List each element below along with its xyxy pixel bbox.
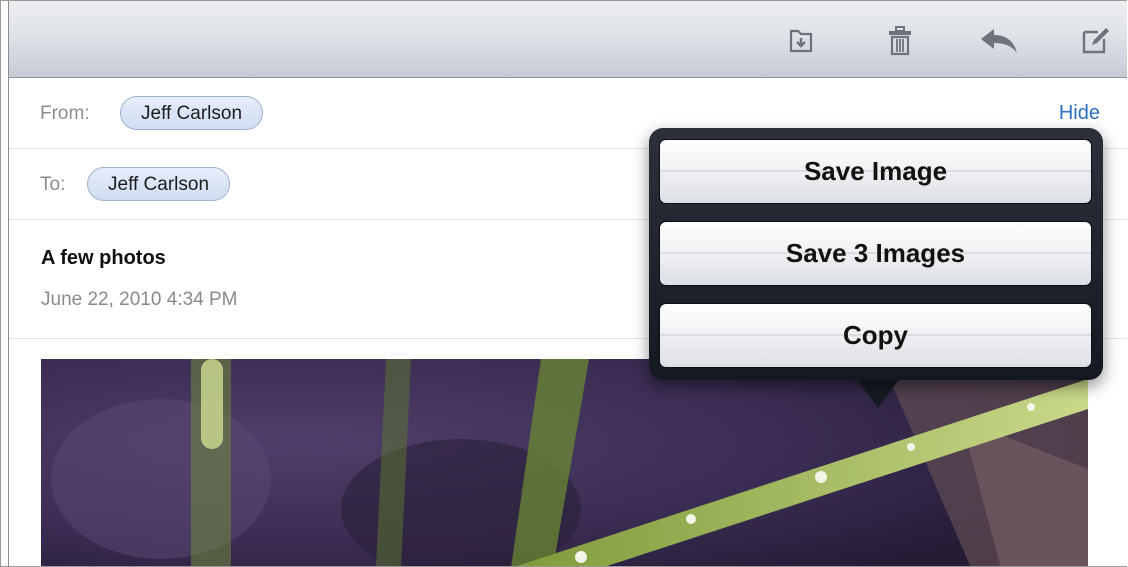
hide-details-link[interactable]: Hide [1059, 102, 1100, 125]
message-toolbar [9, 1, 1127, 78]
compose-button[interactable] [1077, 23, 1113, 59]
to-label: To: [40, 174, 66, 195]
reply-button[interactable] [976, 23, 1022, 59]
attached-photo[interactable] [41, 359, 1088, 566]
to-recipient-chip[interactable]: Jeff Carlson [87, 167, 231, 201]
move-to-folder-icon [789, 29, 813, 53]
move-to-folder-button[interactable] [783, 23, 819, 59]
reply-icon [981, 29, 1017, 53]
from-label: From: [40, 103, 90, 124]
copy-label: Copy [843, 320, 908, 350]
save-3-images-label: Save 3 Images [785, 238, 966, 268]
save-image-label: Save Image [803, 156, 948, 186]
compose-icon [1082, 28, 1109, 54]
popover-arrow [856, 378, 900, 408]
trash-button[interactable] [882, 23, 918, 59]
image-actions-popover: Save Image Save 3 Images Copy [649, 128, 1103, 380]
message-date: June 22, 2010 4:34 PM [41, 289, 238, 310]
save-3-images-button[interactable]: Save 3 Images [659, 221, 1092, 286]
window-left-border [8, 1, 9, 566]
from-sender-chip[interactable]: Jeff Carlson [120, 96, 264, 130]
copy-button[interactable]: Copy [659, 303, 1092, 368]
save-image-button[interactable]: Save Image [659, 139, 1092, 204]
message-subject: A few photos [41, 247, 166, 269]
trash-icon [889, 26, 911, 56]
